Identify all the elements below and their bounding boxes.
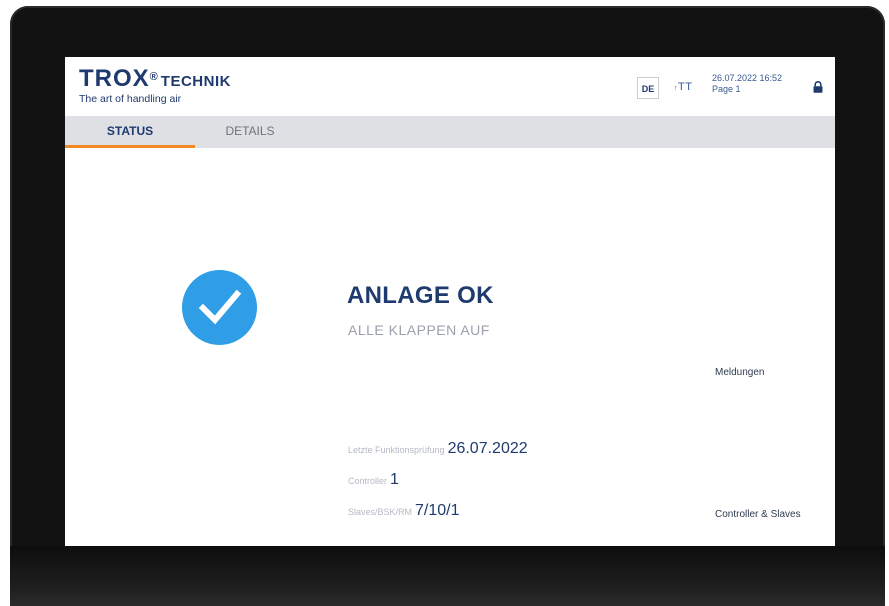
slaves-value: 7/10/1 bbox=[415, 502, 460, 519]
lock-icon[interactable] bbox=[812, 81, 824, 93]
page-indicator: Page 1 bbox=[712, 84, 741, 94]
status-subtitle: ALLE KLAPPEN AUF bbox=[348, 322, 490, 338]
tab-status[interactable]: STATUS bbox=[65, 116, 195, 148]
header-bar: TROX® TECHNIK The art of handling air DE … bbox=[65, 57, 835, 116]
slaves-label: Slaves/BSK/RM bbox=[348, 507, 413, 517]
trox-logo: TROX® TECHNIK bbox=[79, 67, 231, 94]
language-button[interactable]: DE bbox=[637, 77, 659, 99]
messages-link[interactable]: Meldungen bbox=[715, 367, 764, 378]
last-test-value: 26.07.2022 bbox=[447, 440, 528, 457]
controller-row: Controller 1 bbox=[348, 471, 399, 489]
datetime-display: 26.07.2022 16:52 Page 1 bbox=[712, 73, 782, 95]
slaves-row: Slaves/BSK/RM 7/10/1 bbox=[348, 502, 460, 520]
date-time: 26.07.2022 16:52 bbox=[712, 73, 783, 83]
check-circle-icon bbox=[182, 270, 257, 345]
font-size-button[interactable]: ↑TT bbox=[674, 81, 692, 93]
last-test-row: Letzte Funktionsprüfung 26.07.2022 bbox=[348, 440, 528, 458]
logo-registered: ® bbox=[149, 71, 159, 83]
controller-label: Controller bbox=[348, 476, 388, 486]
device-bezel: TROX® TECHNIK The art of handling air DE … bbox=[10, 6, 885, 606]
tab-details[interactable]: DETAILS bbox=[195, 116, 305, 148]
status-title: ANLAGE OK bbox=[347, 282, 494, 309]
controller-value: 1 bbox=[390, 471, 399, 488]
font-size-label: TT bbox=[678, 81, 693, 93]
last-test-label: Letzte Funktionsprüfung bbox=[348, 445, 445, 455]
logo-tagline: The art of handling air bbox=[79, 93, 182, 105]
logo-technik: TECHNIK bbox=[160, 73, 231, 90]
tab-bar: STATUS DETAILS bbox=[65, 116, 835, 148]
controllers-slaves-link[interactable]: Controller & Slaves bbox=[715, 509, 801, 520]
screen: TROX® TECHNIK The art of handling air DE … bbox=[65, 57, 835, 563]
logo-brand: TROX bbox=[79, 65, 150, 92]
